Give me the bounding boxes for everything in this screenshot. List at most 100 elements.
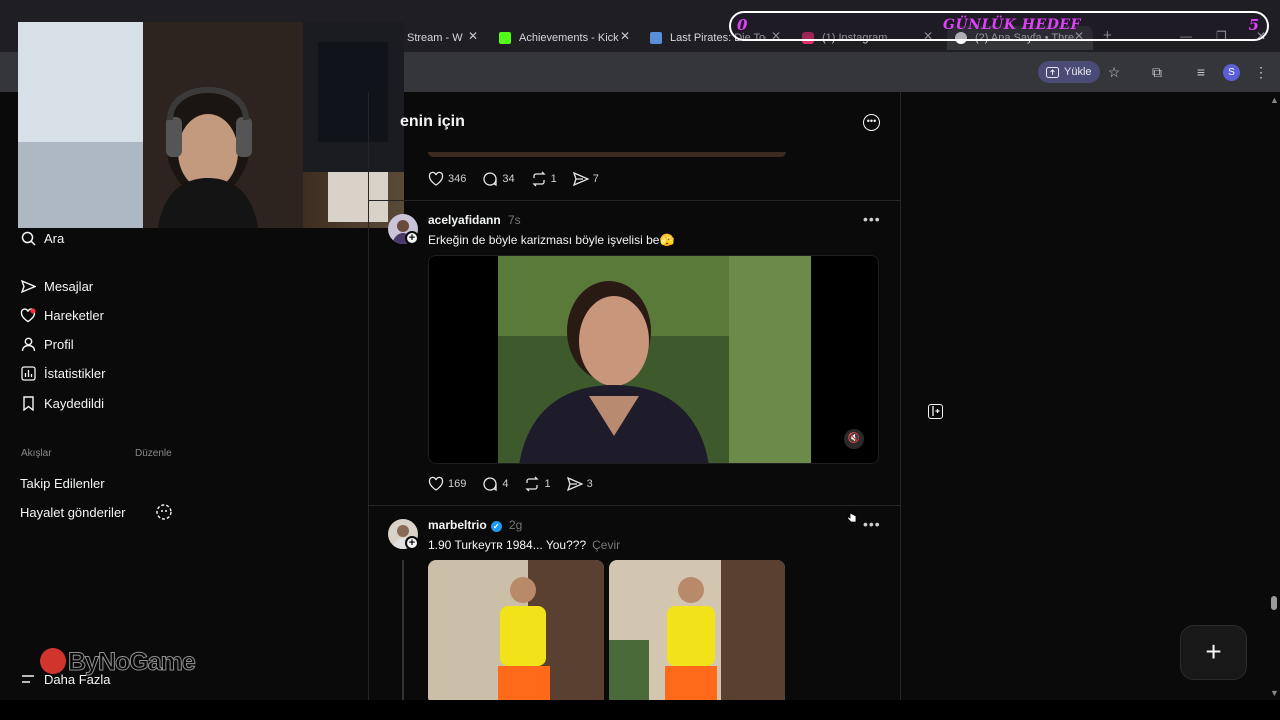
watermark-text: ByNoGame (68, 648, 197, 677)
send-icon (566, 476, 583, 492)
heart-icon (428, 171, 444, 186)
like-count: 346 (448, 173, 467, 185)
sidebar-item-label: İstatistikler (44, 365, 106, 381)
user-icon (20, 336, 36, 352)
add-column-icon[interactable] (928, 404, 943, 419)
verified-badge-icon: ✓ (490, 521, 502, 532)
menu-kebab-icon[interactable]: ⋮ (1252, 63, 1270, 81)
follow-plus-icon[interactable]: + (405, 231, 419, 245)
sidebar-item-profile[interactable]: Profil (20, 334, 74, 354)
video-frame-image (429, 256, 878, 463)
sidebar-item-search[interactable]: Ara (20, 228, 64, 248)
feed-ghost-posts[interactable]: Hayalet gönderiler (20, 505, 126, 520)
post-time: 7s (508, 213, 521, 227)
sidebar-item-label: Profil (44, 336, 74, 352)
profile-avatar[interactable]: S (1223, 64, 1240, 81)
bottom-bar (0, 700, 1280, 720)
scroll-down-icon[interactable]: ▼ (1270, 688, 1279, 698)
page-scrollbar[interactable]: ▲ ▼ (1268, 92, 1280, 700)
photo-image (609, 560, 785, 705)
reply-count: 4 (502, 478, 509, 490)
webcam-overlay (18, 22, 404, 228)
previous-post-image (428, 152, 786, 157)
post-actions: 169 4 1 3 (428, 475, 609, 493)
post-username[interactable]: marbeltrio ✓ (428, 518, 502, 532)
post-time: 2g (509, 518, 523, 532)
repost-icon (525, 476, 540, 492)
tab-kick[interactable]: Achievements - Kick (499, 26, 619, 50)
sidebar-item-label: Hareketler (44, 307, 104, 323)
stats-icon (20, 365, 36, 381)
post-more-icon[interactable]: ••• (863, 211, 881, 227)
tab-close-icon[interactable]: ✕ (620, 29, 630, 43)
bookmark-icon (20, 395, 36, 411)
prev-post-actions: 346 34 1 7 (428, 170, 615, 188)
reply-button[interactable]: 34 (482, 171, 515, 187)
scroll-up-icon[interactable]: ▲ (1270, 95, 1279, 105)
like-button[interactable]: 346 (428, 171, 466, 187)
share-button[interactable]: 3 (566, 476, 593, 492)
share-button[interactable]: 7 (572, 171, 599, 187)
post-more-icon[interactable]: ••• (863, 516, 881, 532)
sidebar-item-label: Ara (44, 230, 65, 246)
goal-current: 0 (737, 16, 748, 34)
post-body: 1.90 Turkeyᴛʀ 1984... You??? (428, 538, 587, 552)
comment-icon (483, 172, 498, 187)
repost-count: 1 (550, 173, 557, 185)
goal-target: 5 (1248, 16, 1259, 34)
share-count: 3 (586, 478, 593, 490)
post-text: 1.90 Turkeyᴛʀ 1984... You??? Çevir (428, 538, 620, 552)
new-thread-button[interactable]: + (1180, 625, 1247, 680)
repost-button[interactable]: 1 (531, 171, 557, 187)
post-divider (369, 200, 900, 201)
mute-icon[interactable]: 🔇 (844, 429, 864, 449)
heart-icon (428, 476, 444, 491)
sidebar-item-messages[interactable]: Mesajlar (20, 276, 93, 296)
post-divider (369, 505, 900, 506)
search-icon (20, 230, 36, 246)
repost-icon (532, 171, 546, 187)
bookmark-star-icon[interactable]: ☆ (1105, 63, 1123, 81)
sidebar-item-saved[interactable]: Kaydedildi (20, 393, 104, 413)
photo-image (428, 560, 604, 705)
like-count: 169 (448, 478, 467, 490)
post-video[interactable]: 🔇 (428, 255, 879, 464)
follow-plus-icon[interactable]: + (405, 536, 419, 550)
media-control-icon[interactable]: ≡ (1192, 63, 1210, 81)
sidebar-item-label: Kaydedildi (44, 395, 104, 411)
sidebar-item-activity[interactable]: Hareketler (20, 305, 104, 325)
feeds-heading: Akışlar (21, 448, 52, 459)
thread-line (402, 560, 404, 700)
upload-label: Yükle (1064, 66, 1092, 78)
menu-lines-icon (20, 671, 36, 687)
tab-close-icon[interactable]: ✕ (468, 29, 478, 43)
like-button[interactable]: 169 (428, 476, 466, 492)
upload-button[interactable]: Yükle (1038, 61, 1100, 83)
translate-link[interactable]: Çevir (592, 538, 620, 552)
post-photo[interactable] (428, 560, 604, 705)
sidebar-item-insights[interactable]: İstatistikler (20, 363, 105, 383)
ghost-icon[interactable] (155, 503, 173, 526)
repost-count: 1 (544, 478, 551, 490)
extensions-icon[interactable]: ⧉ (1148, 63, 1166, 81)
repost-button[interactable]: 1 (524, 476, 551, 492)
steam-favicon-icon (650, 32, 662, 44)
scroll-thumb[interactable] (1271, 596, 1277, 610)
send-icon (572, 171, 589, 187)
mouse-cursor-icon (847, 510, 857, 523)
feeds-edit-link[interactable]: Düzenle (135, 448, 172, 459)
username-text: marbeltrio (428, 518, 487, 532)
feed-options-icon[interactable]: ••• (863, 114, 880, 131)
heart-icon (20, 307, 36, 323)
upload-icon (1046, 66, 1059, 78)
bynogame-logo-icon (40, 648, 66, 674)
reply-button[interactable]: 4 (482, 476, 508, 492)
kick-favicon-icon (499, 32, 511, 44)
post-username[interactable]: acelyafidann (428, 213, 501, 227)
tab-label: Achievements - Kick (519, 32, 619, 44)
stream-goal-overlay: 0 GÜNLÜK HEDEF 5 (729, 11, 1269, 41)
post-photo[interactable] (609, 560, 785, 705)
feed-following[interactable]: Takip Edilenler (20, 476, 105, 491)
webcam-feed-image (18, 22, 404, 228)
post-text: Erkeğin de böyle karizması böyle işvelis… (428, 233, 675, 247)
